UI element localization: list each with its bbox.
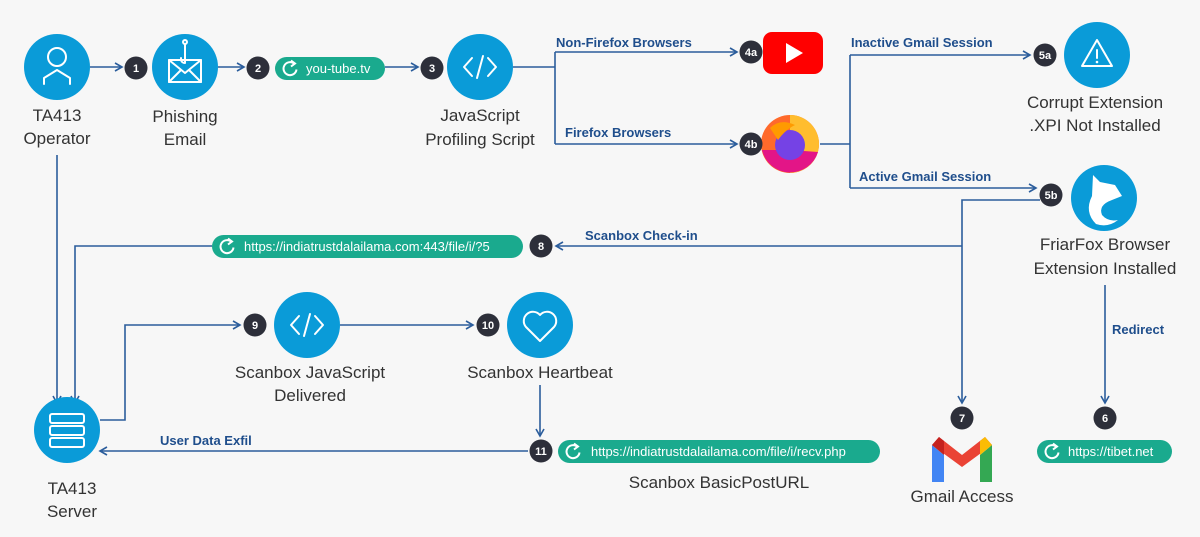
operator-label: TA413: [33, 106, 82, 125]
svg-text:7: 7: [959, 413, 965, 425]
corrupt-extension-node: Corrupt Extension .XPI Not Installed: [1027, 22, 1163, 135]
edge-label-exfil: User Data Exfil: [160, 433, 252, 448]
server-node: TA413 Server: [34, 397, 100, 521]
gmail-icon: [932, 437, 992, 482]
edge-label-non-firefox: Non-Firefox Browsers: [556, 35, 692, 50]
svg-text:11: 11: [535, 446, 547, 458]
edge-label-firefox: Firefox Browsers: [565, 125, 671, 140]
scanbox-js-label: Scanbox JavaScript: [235, 363, 386, 382]
friarfox-node: FriarFox Browser Extension Installed: [1034, 165, 1177, 278]
pill-tibet-url: https://tibet.net: [1037, 440, 1172, 463]
profiling-label-2: Profiling Script: [425, 130, 535, 149]
pill-recv-url: https://indiatrustdalailama.com/file/i/r…: [558, 440, 880, 463]
edge-label-redirect: Redirect: [1112, 322, 1165, 337]
svg-text:5b: 5b: [1045, 190, 1058, 202]
step-badge-3: 3: [420, 56, 444, 80]
gmail-label: Gmail Access: [911, 487, 1014, 506]
operator-node: TA413 Operator: [23, 34, 91, 148]
svg-text:4a: 4a: [745, 47, 758, 59]
svg-text:https://indiatrustdalailama.co: https://indiatrustdalailama.com/file/i/r…: [591, 444, 846, 459]
svg-text:4b: 4b: [745, 139, 758, 151]
step-badge-1: 1: [124, 56, 148, 80]
edge-label-active-gmail: Active Gmail Session: [859, 169, 991, 184]
phishing-label-2: Email: [164, 130, 207, 149]
pill-youtube-url: you-tube.tv: [275, 57, 385, 80]
heartbeat-label: Scanbox Heartbeat: [467, 363, 613, 382]
corrupt-label-2: .XPI Not Installed: [1029, 116, 1160, 135]
edge-label-checkin: Scanbox Check-in: [585, 228, 698, 243]
server-label-2: Server: [47, 502, 97, 521]
step-badge-11: 11: [529, 439, 553, 463]
step-badge-5b: 5b: [1039, 183, 1063, 207]
svg-text:https://indiatrustdalailama.co: https://indiatrustdalailama.com:443/file…: [244, 239, 490, 254]
svg-text:9: 9: [252, 320, 258, 332]
scanbox-js-label-2: Delivered: [274, 386, 346, 405]
svg-text:you-tube.tv: you-tube.tv: [306, 61, 371, 76]
friarfox-label-2: Extension Installed: [1034, 259, 1177, 278]
firefox-icon: [761, 115, 819, 173]
operator-label-2: Operator: [23, 129, 90, 148]
step-badge-5a: 5a: [1033, 43, 1057, 67]
phishing-node: Phishing Email: [152, 34, 218, 149]
step-badge-6: 6: [1093, 406, 1117, 430]
step-badge-4a: 4a: [739, 40, 763, 64]
step-badge-8: 8: [529, 234, 553, 258]
step-badge-9: 9: [243, 313, 267, 337]
svg-text:6: 6: [1102, 413, 1108, 425]
server-label: TA413: [48, 479, 97, 498]
svg-text:https://tibet.net: https://tibet.net: [1068, 444, 1154, 459]
profiling-script-node: JavaScript Profiling Script: [425, 34, 535, 149]
svg-text:10: 10: [482, 320, 494, 332]
attack-flow-diagram: Non-Firefox Browsers Firefox Browsers In…: [23, 22, 1177, 521]
step-badge-7: 7: [950, 406, 974, 430]
gmail-node: Gmail Access: [911, 437, 1014, 506]
svg-text:1: 1: [133, 63, 139, 75]
firefox-node: [761, 115, 819, 173]
svg-text:3: 3: [429, 63, 435, 75]
edge-label-inactive-gmail: Inactive Gmail Session: [851, 35, 993, 50]
profiling-label: JavaScript: [440, 106, 520, 125]
pill-checkin-url: https://indiatrustdalailama.com:443/file…: [212, 235, 523, 258]
step-badge-10: 10: [476, 313, 500, 337]
scanbox-js-node: Scanbox JavaScript Delivered: [235, 292, 386, 405]
svg-text:8: 8: [538, 241, 544, 253]
basicpost-label: Scanbox BasicPostURL: [629, 473, 809, 492]
step-badge-4b: 4b: [739, 132, 763, 156]
corrupt-label: Corrupt Extension: [1027, 93, 1163, 112]
friarfox-label: FriarFox Browser: [1040, 235, 1171, 254]
svg-text:2: 2: [255, 63, 261, 75]
phishing-label: Phishing: [152, 107, 217, 126]
heartbeat-node: Scanbox Heartbeat: [467, 292, 613, 382]
svg-text:5a: 5a: [1039, 50, 1052, 62]
step-badge-2: 2: [246, 56, 270, 80]
youtube-node: [763, 32, 823, 74]
